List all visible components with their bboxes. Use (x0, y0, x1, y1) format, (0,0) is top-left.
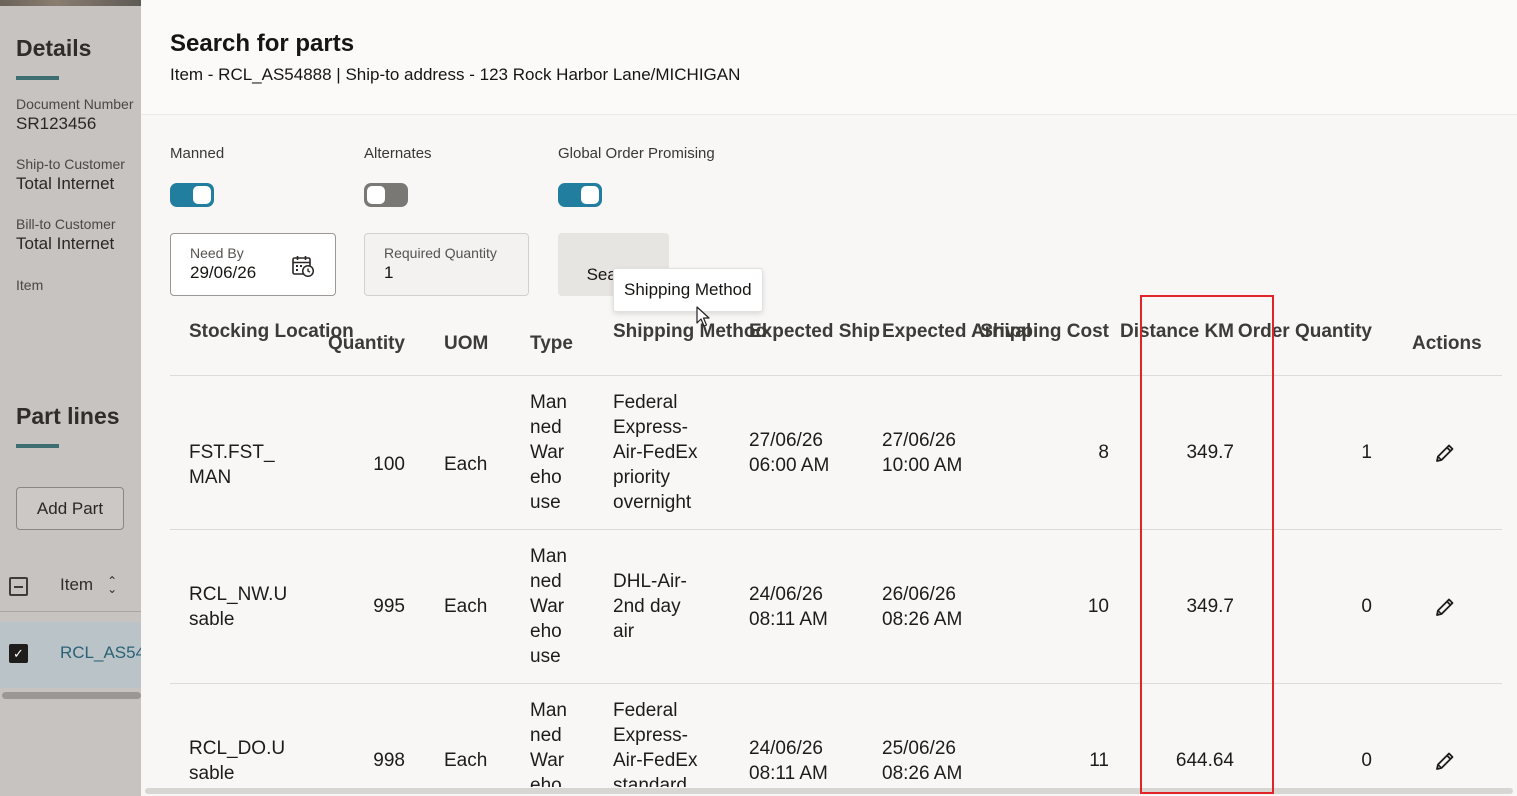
document-number-label: Document Number (16, 96, 134, 112)
details-title: Details (16, 35, 92, 61)
table-row-clip: RCL_DO.U sable 998 Each Man ned War eho … (170, 684, 1502, 787)
global-order-promising-label: Global Order Promising (558, 145, 715, 162)
item-link[interactable]: RCL_AS54888 (60, 643, 141, 663)
row1-distance-km: 349.7 (1186, 442, 1234, 463)
item-label: Item (16, 277, 44, 293)
mouse-cursor-icon (696, 306, 710, 327)
manned-label: Manned (170, 145, 225, 162)
row3-shipping-method: Federal Express- Air-FedEx standard (613, 700, 698, 787)
toggle-knob (193, 186, 211, 204)
column-header-shipping-method[interactable]: Shipping Method (613, 320, 767, 344)
row1-uom: Each (444, 454, 488, 475)
part-lines-underline (16, 444, 59, 448)
row2-distance-km: 349.7 (1186, 596, 1234, 617)
row-checkbox[interactable]: ✓ (9, 644, 28, 663)
row3-type: Man ned War eho use (530, 700, 567, 787)
toggle-knob (367, 186, 385, 204)
bill-to-customer-value: Total Internet (16, 234, 115, 253)
row2-type: Man ned War eho use (530, 546, 567, 667)
row3-uom: Each (444, 750, 488, 771)
row1-stocking-location: FST.FST_ MAN (189, 442, 275, 488)
bill-to-customer-label: Bill-to Customer (16, 216, 116, 232)
need-by-date-field[interactable]: Need By 29/06/26 (170, 233, 336, 296)
ship-to-customer-value: Total Internet (16, 174, 115, 193)
add-part-button[interactable]: Add Part (16, 487, 124, 530)
alternates-toggle[interactable] (364, 183, 408, 207)
row3-expected-arrival: 25/06/26 08:26 AM (882, 738, 963, 784)
need-by-label: Need By (190, 245, 244, 261)
toggle-knob (581, 186, 599, 204)
document-number-value: SR123456 (16, 114, 97, 133)
horizontal-scrollbar[interactable] (2, 692, 141, 699)
column-header-distance-km[interactable]: Distance KM (1120, 320, 1234, 344)
manned-toggle[interactable] (170, 183, 214, 207)
alternates-label: Alternates (364, 145, 432, 162)
column-header-actions: Actions (1412, 333, 1482, 354)
part-lines-title: Part lines (16, 403, 120, 429)
pencil-icon[interactable] (1433, 749, 1457, 773)
ship-to-customer-label: Ship-to Customer (16, 156, 125, 172)
page-title: Search for parts (170, 30, 355, 57)
column-header-type[interactable]: Type (530, 332, 573, 356)
required-quantity-field[interactable]: Required Quantity 1 (364, 233, 529, 296)
row1-shipping-cost: 8 (1098, 442, 1109, 463)
row3-distance-km: 644.64 (1175, 750, 1234, 771)
row3-expected-ship: 24/06/26 08:11 AM (749, 738, 828, 784)
item-column-header[interactable]: Item ⌃ ⌄ (60, 575, 117, 595)
column-header-uom[interactable]: UOM (444, 332, 488, 356)
drawer-header: Search for parts Item - RCL_AS54888 | Sh… (141, 0, 1517, 115)
row3-quantity: 998 (373, 750, 405, 771)
row3-shipping-cost: 11 (1089, 750, 1109, 771)
page-subtitle: Item - RCL_AS54888 | Ship-to address - 1… (170, 65, 741, 84)
row-divider (170, 529, 1502, 530)
row2-quantity: 995 (373, 596, 405, 617)
row2-shipping-method: DHL-Air- 2nd day air (613, 571, 687, 642)
horizontal-scrollbar[interactable] (145, 788, 1513, 794)
select-all-checkbox[interactable] (9, 577, 28, 596)
row2-shipping-cost: 10 (1087, 596, 1109, 617)
row3-order-quantity: 0 (1361, 750, 1372, 771)
column-header-shipping-cost[interactable]: Shipping Cost (980, 320, 1109, 344)
required-quantity-label: Required Quantity (384, 245, 497, 261)
item-column-label: Item (60, 575, 94, 594)
details-underline (16, 76, 59, 80)
pencil-icon[interactable] (1433, 441, 1457, 465)
row2-stocking-location: RCL_NW.U sable (189, 584, 288, 630)
column-header-expected-ship[interactable]: Expected Ship (749, 320, 880, 344)
global-order-promising-toggle[interactable] (558, 183, 602, 207)
sort-icon[interactable]: ⌃ ⌄ (107, 575, 117, 595)
search-parts-drawer: Search for parts Item - RCL_AS54888 | Sh… (141, 0, 1517, 796)
row1-order-quantity: 1 (1361, 442, 1372, 463)
row1-quantity: 100 (373, 454, 405, 475)
column-header-order-quantity[interactable]: Order Quantity (1238, 320, 1372, 344)
shipping-method-tooltip: Shipping Method (613, 268, 763, 312)
row1-expected-ship: 27/06/26 06:00 AM (749, 430, 830, 476)
background-page: Details Document Number SR123456 Ship-to… (0, 0, 141, 796)
pencil-icon[interactable] (1433, 595, 1457, 619)
row2-uom: Each (444, 596, 488, 617)
need-by-value: 29/06/26 (190, 263, 257, 282)
banner-image (0, 0, 141, 6)
row2-expected-arrival: 26/06/26 08:26 AM (882, 584, 963, 630)
row1-expected-arrival: 27/06/26 10:00 AM (882, 430, 963, 476)
row1-type: Man ned War eho use (530, 392, 567, 513)
row2-expected-ship: 24/06/26 08:11 AM (749, 584, 828, 630)
row3-stocking-location: RCL_DO.U sable (189, 738, 286, 784)
row2-order-quantity: 0 (1361, 596, 1372, 617)
header-divider (170, 375, 1502, 376)
column-header-quantity[interactable]: Quantity (328, 332, 405, 356)
row1-shipping-method: Federal Express- Air-FedEx priority over… (613, 392, 698, 513)
calendar-icon[interactable] (291, 254, 315, 278)
required-quantity-value: 1 (384, 263, 394, 282)
